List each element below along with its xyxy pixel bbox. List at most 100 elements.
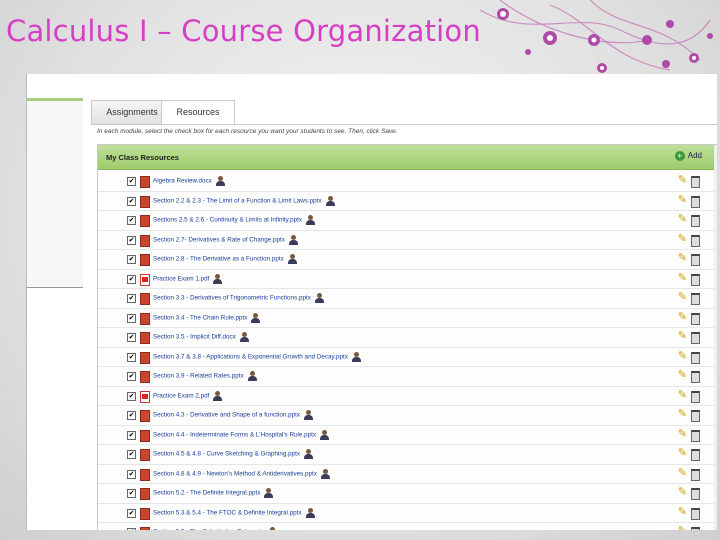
- trash-icon[interactable]: [691, 332, 700, 344]
- resource-name[interactable]: Section 2.7- Derivatives & Rate of Chang…: [153, 236, 285, 243]
- resource-name[interactable]: Section 3.4 - The Chain Rule.pptx: [153, 314, 247, 321]
- resource-name[interactable]: Practice Exam 1.pdf: [153, 275, 209, 282]
- visibility-checkbox[interactable]: ✔: [127, 333, 136, 342]
- resource-link[interactable]: Section 5.5 - The Substitution Rule.pptx: [153, 527, 277, 530]
- trash-icon[interactable]: [691, 176, 700, 188]
- resource-name[interactable]: Sections 2.5 & 2.6 - Continuity & Limits…: [153, 217, 302, 224]
- resource-name[interactable]: Section 3.7 & 3.8 - Applications & Expon…: [153, 353, 348, 360]
- trash-icon[interactable]: [691, 293, 700, 305]
- pencil-edit-icon[interactable]: ✎: [678, 369, 687, 381]
- resource-link[interactable]: Section 3.7 & 3.8 - Applications & Expon…: [153, 351, 361, 362]
- resource-link[interactable]: Section 4.8 & 4.9 - Newton's Method & An…: [153, 468, 330, 479]
- resource-link[interactable]: Algebra Review.docx: [153, 176, 225, 186]
- visibility-checkbox[interactable]: ✔: [127, 196, 136, 206]
- visibility-checkbox[interactable]: ✔: [127, 235, 136, 245]
- resource-link[interactable]: Section 5.2 - The Definite Integral.pptx: [153, 488, 274, 498]
- trash-icon[interactable]: [691, 371, 700, 383]
- document-file-icon: [140, 527, 150, 530]
- resource-name[interactable]: Algebra Review.docx: [153, 178, 212, 185]
- trash-icon[interactable]: [691, 351, 700, 364]
- pencil-edit-icon[interactable]: ✎: [678, 272, 687, 284]
- resource-link[interactable]: Sections 2.5 & 2.6 - Continuity & Limits…: [153, 215, 315, 225]
- visibility-checkbox[interactable]: ✔: [127, 274, 136, 284]
- pencil-edit-icon[interactable]: ✎: [678, 350, 687, 362]
- resource-name[interactable]: Section 4.3 - Derivative and Shape of a …: [153, 412, 300, 419]
- visibility-checkbox[interactable]: ✔: [127, 313, 136, 323]
- resource-link[interactable]: Section 4.4 - Indeterminate Forms & L'Ho…: [153, 429, 330, 440]
- visibility-checkbox[interactable]: ✔: [127, 430, 136, 440]
- resource-name[interactable]: Section 3.3 - Derivatives of Trigonometr…: [153, 295, 311, 302]
- pencil-edit-icon[interactable]: ✎: [678, 194, 687, 206]
- resource-link[interactable]: Section 2.7- Derivatives & Rate of Chang…: [153, 234, 298, 245]
- visibility-checkbox[interactable]: ✔: [127, 528, 136, 530]
- resource-link[interactable]: Section 3.9 - Related Rates.pptx: [153, 371, 257, 381]
- add-button[interactable]: + Add: [674, 151, 702, 161]
- trash-icon[interactable]: [691, 449, 700, 461]
- trash-icon[interactable]: [691, 507, 700, 520]
- visibility-checkbox[interactable]: ✔: [127, 177, 136, 186]
- pencil-edit-icon[interactable]: ✎: [678, 447, 687, 459]
- resource-link[interactable]: Section 2.2 & 2.3 - The Limit of a Funct…: [153, 195, 335, 206]
- visibility-checkbox[interactable]: ✔: [127, 372, 136, 381]
- resource-name[interactable]: Section 3.9 - Related Rates.pptx: [153, 373, 244, 380]
- resource-name[interactable]: Section 2.2 & 2.3 - The Limit of a Funct…: [153, 197, 322, 204]
- resource-link[interactable]: Section 5.3 & 5.4 - The FTOC & Definite …: [153, 507, 315, 518]
- pencil-edit-icon[interactable]: ✎: [678, 486, 687, 498]
- pencil-edit-icon[interactable]: ✎: [678, 213, 687, 225]
- resource-link[interactable]: Section 4.5 & 4.8 - Curve Sketching & Gr…: [153, 449, 314, 459]
- trash-icon[interactable]: [691, 527, 700, 530]
- visibility-checkbox[interactable]: ✔: [127, 469, 136, 479]
- visibility-checkbox[interactable]: ✔: [127, 489, 136, 498]
- visibility-checkbox[interactable]: ✔: [127, 294, 136, 303]
- resource-name[interactable]: Section 5.5 - The Substitution Rule.pptx: [153, 529, 264, 530]
- visibility-checkbox[interactable]: ✔: [127, 450, 136, 459]
- trash-icon[interactable]: [691, 273, 700, 286]
- resource-link[interactable]: Section 3.5 - Implicit Diff.docx: [153, 332, 249, 342]
- resource-name[interactable]: Section 4.8 & 4.9 - Newton's Method & An…: [153, 470, 317, 477]
- resource-name[interactable]: Practice Exam 2.pdf: [153, 392, 209, 399]
- visibility-checkbox[interactable]: ✔: [127, 255, 136, 264]
- resource-name[interactable]: Section 3.5 - Implicit Diff.docx: [153, 334, 236, 341]
- resource-link[interactable]: Practice Exam 1.pdf: [153, 273, 223, 284]
- pencil-edit-icon[interactable]: ✎: [678, 233, 687, 245]
- trash-icon[interactable]: [691, 215, 700, 227]
- trash-icon[interactable]: [691, 410, 700, 422]
- pencil-edit-icon[interactable]: ✎: [678, 174, 687, 186]
- pencil-edit-icon[interactable]: ✎: [678, 252, 687, 264]
- resource-link[interactable]: Section 2.8 - The Derivative as a Functi…: [153, 254, 297, 264]
- trash-icon[interactable]: [691, 312, 700, 325]
- pencil-edit-icon[interactable]: ✎: [678, 311, 687, 323]
- trash-icon[interactable]: [691, 429, 700, 442]
- tab-resources[interactable]: Resources: [161, 100, 235, 124]
- trash-icon[interactable]: [691, 390, 700, 403]
- pencil-edit-icon[interactable]: ✎: [678, 525, 687, 530]
- pencil-edit-icon[interactable]: ✎: [678, 330, 687, 342]
- pencil-edit-icon[interactable]: ✎: [678, 389, 687, 401]
- pencil-edit-icon[interactable]: ✎: [678, 467, 687, 479]
- resource-name[interactable]: Section 4.4 - Indeterminate Forms & L'Ho…: [153, 431, 316, 438]
- resource-name[interactable]: Section 5.2 - The Definite Integral.pptx: [153, 490, 260, 497]
- resource-name[interactable]: Section 5.3 & 5.4 - The FTOC & Definite …: [153, 509, 302, 516]
- visibility-checkbox[interactable]: ✔: [127, 391, 136, 401]
- visibility-checkbox[interactable]: ✔: [127, 352, 136, 362]
- pencil-edit-icon[interactable]: ✎: [678, 428, 687, 440]
- pencil-edit-icon[interactable]: ✎: [678, 506, 687, 518]
- resource-name[interactable]: Section 2.8 - The Derivative as a Functi…: [153, 256, 284, 263]
- trash-icon[interactable]: [691, 488, 700, 500]
- resource-link[interactable]: Practice Exam 2.pdf: [153, 390, 223, 401]
- visibility-checkbox[interactable]: ✔: [127, 216, 136, 225]
- resource-row: ✔ Algebra Review.docx ✎: [98, 172, 717, 192]
- trash-icon[interactable]: [691, 468, 700, 481]
- resource-link[interactable]: Section 3.3 - Derivatives of Trigonometr…: [153, 293, 324, 303]
- scrollbar[interactable]: [714, 145, 717, 530]
- trash-icon[interactable]: [691, 195, 700, 208]
- resource-link[interactable]: Section 3.4 - The Chain Rule.pptx: [153, 312, 261, 323]
- resource-name[interactable]: Section 4.5 & 4.8 - Curve Sketching & Gr…: [153, 451, 300, 458]
- visibility-checkbox[interactable]: ✔: [127, 508, 136, 518]
- trash-icon[interactable]: [691, 254, 700, 266]
- pencil-edit-icon[interactable]: ✎: [678, 291, 687, 303]
- resource-link[interactable]: Section 4.3 - Derivative and Shape of a …: [153, 410, 314, 420]
- trash-icon[interactable]: [691, 234, 700, 247]
- visibility-checkbox[interactable]: ✔: [127, 411, 136, 420]
- pencil-edit-icon[interactable]: ✎: [678, 408, 687, 420]
